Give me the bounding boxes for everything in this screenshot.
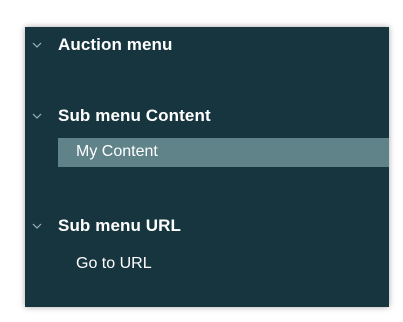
section-header-sub-menu-content[interactable]: Sub menu Content: [25, 102, 389, 130]
section-header-sub-menu-url[interactable]: Sub menu URL: [25, 212, 389, 240]
section-title-sub-menu-url: Sub menu URL: [58, 216, 182, 235]
menu-item-my-content[interactable]: My Content: [58, 138, 389, 167]
section-title-auction-menu: Auction menu: [58, 35, 173, 54]
screenshot-frame: Auction menu Sub menu Content My Content…: [0, 0, 403, 322]
menu-item-label: My Content: [76, 143, 158, 160]
section-title-sub-menu-content: Sub menu Content: [58, 106, 211, 125]
menu-item-go-to-url[interactable]: Go to URL: [58, 250, 389, 279]
chevron-down-icon: [32, 221, 42, 231]
chevron-down-icon: [32, 111, 42, 121]
navigation-menu-panel: Auction menu Sub menu Content My Content…: [25, 27, 389, 307]
menu-item-label: Go to URL: [76, 255, 152, 272]
chevron-down-icon: [32, 40, 42, 50]
section-header-auction-menu[interactable]: Auction menu: [25, 31, 389, 59]
